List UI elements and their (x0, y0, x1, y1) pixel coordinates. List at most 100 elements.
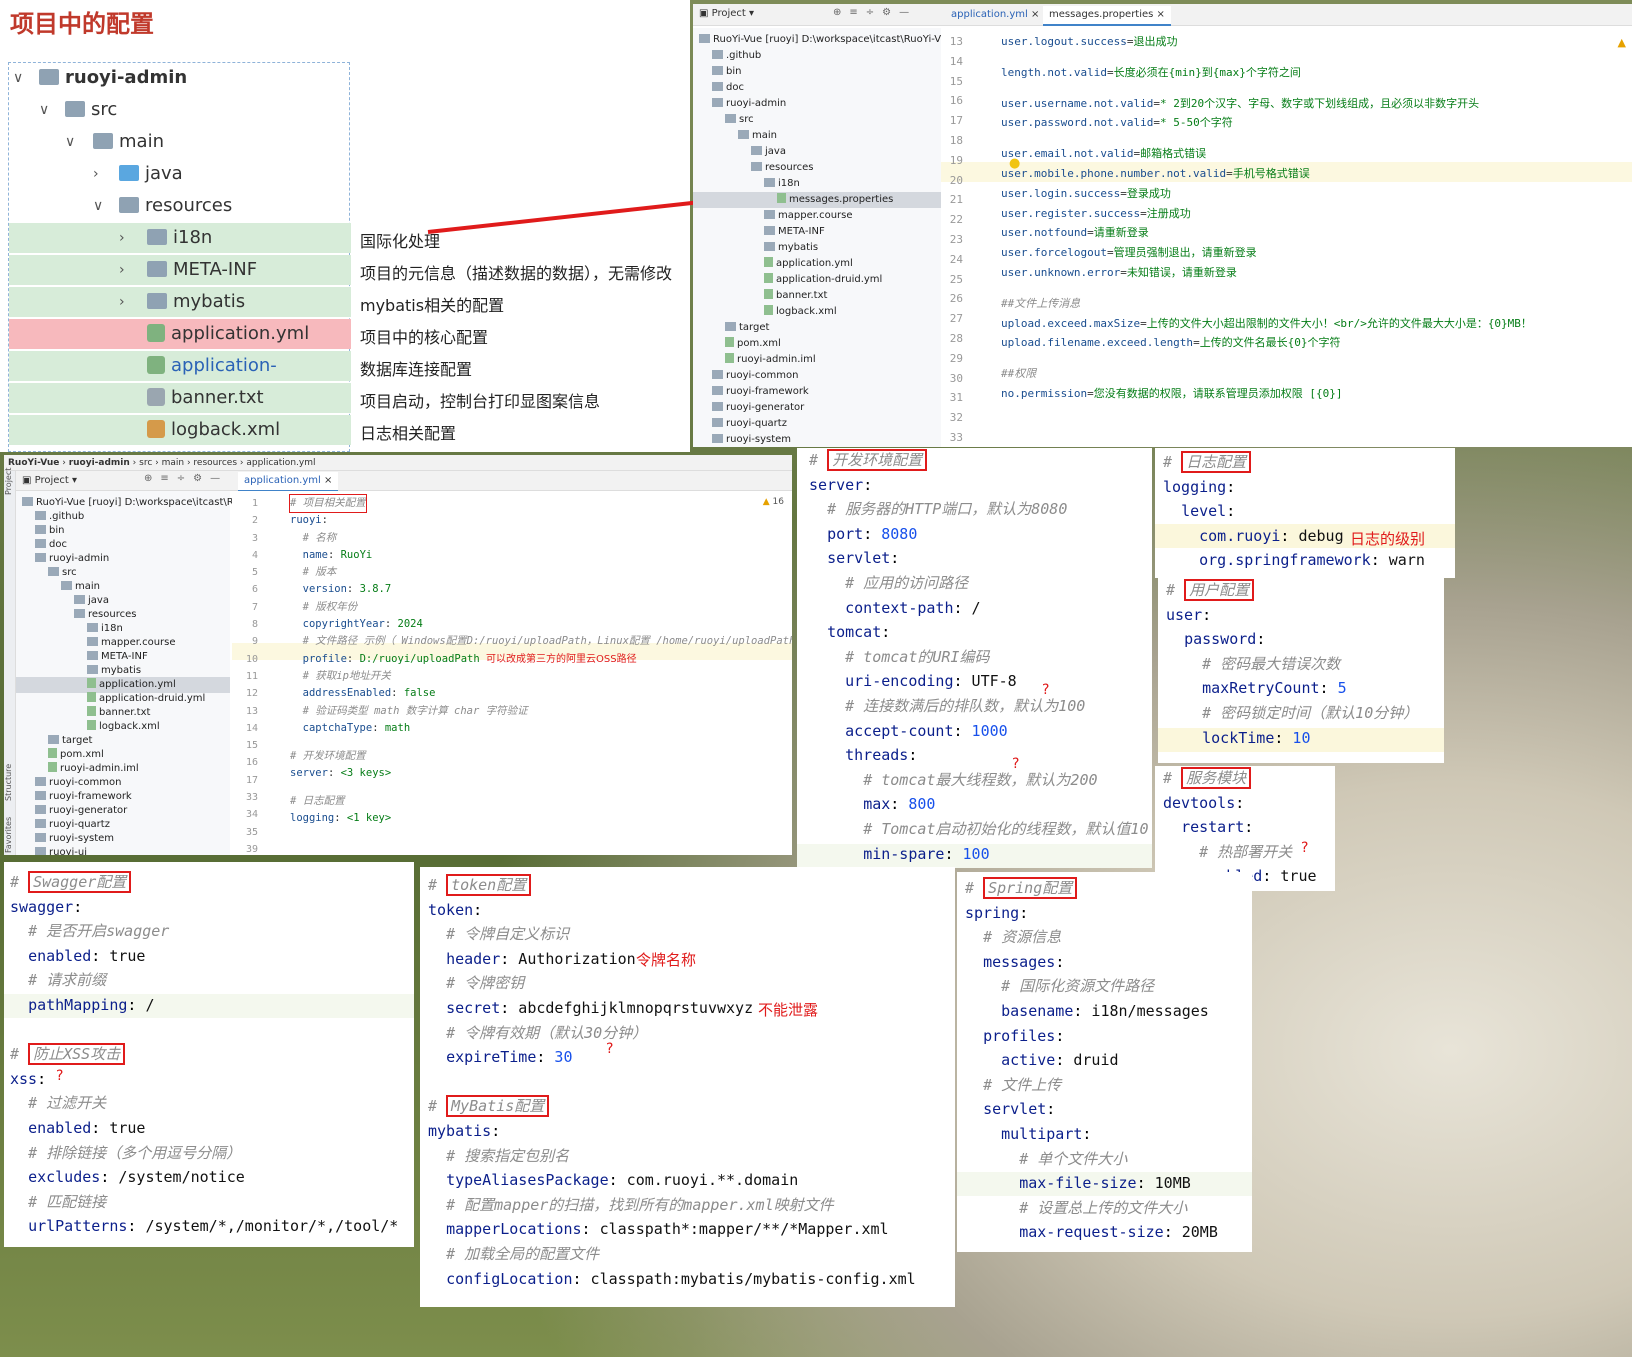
tree-item-i18n[interactable]: › i18n (9, 223, 351, 253)
tree-row[interactable]: mapper.course (764, 208, 853, 224)
tree-row[interactable]: i18n (764, 176, 800, 192)
tree-row[interactable]: ruoyi-system (712, 432, 791, 447)
tree-row[interactable]: java (751, 144, 786, 160)
tree-row[interactable]: doc (712, 80, 744, 96)
tree-root[interactable]: ∨ ruoyi-admin (9, 63, 351, 93)
tree-row-label: ruoyi-admin (49, 553, 110, 564)
tree-row-label: bin (726, 66, 742, 77)
tree-item-mybatis[interactable]: › mybatis (9, 287, 351, 317)
tree-item-application-druid-yml[interactable]: application-druid.yml (9, 351, 351, 406)
project-dropdown[interactable]: ▣ Project ▾ (699, 8, 754, 19)
code-key: version (302, 583, 347, 596)
token-mybatis-panel: # token配置 token: # 令牌自定义标识 header: Author… (420, 867, 955, 1307)
tree-row[interactable]: .github (712, 48, 761, 64)
yaml-key: org.springframework (1199, 551, 1371, 570)
breadcrumb-item[interactable]: application.yml (246, 458, 315, 468)
tree-row[interactable]: ruoyi-generator (712, 400, 804, 416)
tree-src[interactable]: ∨ src (9, 95, 351, 125)
yaml-line: restart: (1181, 818, 1254, 837)
tree-row[interactable]: application-druid.yml (764, 272, 882, 288)
tree-row[interactable]: ruoyi-admin (712, 96, 786, 112)
tab-application-yml[interactable]: application.yml × (238, 472, 339, 492)
tree-row[interactable]: application.yml (764, 256, 853, 272)
tree-row[interactable]: ruoyi-framework (712, 384, 809, 400)
tree-row[interactable]: mybatis (764, 240, 818, 256)
file-icon (87, 720, 96, 730)
breadcrumb-item[interactable]: ruoyi-admin (69, 458, 130, 468)
line-number: 31 (949, 391, 963, 405)
tree-row[interactable]: logback.xml (764, 304, 837, 320)
tab-application-yml[interactable]: application.yml × (945, 6, 1045, 24)
side-structure-label[interactable]: Structure (4, 764, 13, 801)
tree-row-label: target (62, 735, 93, 746)
tree-row-label: ruoyi-system (726, 434, 792, 445)
tree-row[interactable]: ruoyi-admin.iml (725, 352, 816, 368)
tree-row[interactable]: messages.properties (693, 192, 941, 208)
yaml-key: accept-count (845, 721, 954, 740)
yaml-key: user (1166, 605, 1203, 624)
project-dropdown[interactable]: ▣ Project ▾ (22, 475, 77, 486)
warning-icon[interactable]: ▲ (1618, 36, 1626, 49)
side-project-label[interactable]: Project (4, 468, 13, 495)
tree-row[interactable]: target (725, 320, 769, 336)
tree-row[interactable]: resources (751, 160, 813, 176)
tree-row[interactable]: bin (712, 64, 741, 80)
tree-item-logback-xml[interactable]: logback.xml (9, 415, 351, 445)
line-number: 3 (251, 532, 258, 544)
yaml-value: / (136, 995, 155, 1014)
side-favorites-label[interactable]: Favorites (4, 817, 13, 853)
tree-item-meta-inf[interactable]: › META-INF (9, 255, 351, 285)
folder-icon (764, 210, 775, 219)
toolbar-icons[interactable]: ⊕≡÷⚙— (144, 473, 228, 484)
folder-icon (764, 178, 775, 187)
tree-row[interactable]: ruoyi-quartz (712, 416, 787, 432)
tree-resources[interactable]: ∨ resources (9, 191, 351, 221)
tree-row[interactable]: META-INF (764, 224, 825, 240)
tree-row-label: RuoYi-Vue [ruoyi] D:\workspace\itcast\Ru… (713, 34, 953, 45)
toolbar-icons[interactable]: ⊕≡÷⚙— (833, 7, 917, 18)
ide1-editor[interactable]: 13 14 15 16 17 18 19 20 21 22 23 24 25 26 27 28 29 30 31 32… (941, 28, 1632, 447)
yaml-value: 5 (1328, 679, 1347, 698)
tree-row[interactable]: RuoYi-Vue [ruoyi] D:\workspace\itcast\Ru… (699, 32, 953, 48)
tree-java[interactable]: › java (9, 159, 351, 189)
yaml-key: secret (446, 998, 501, 1017)
breadcrumb-item[interactable]: src (139, 458, 152, 468)
tree-item-application-yml[interactable]: application.yml (9, 319, 351, 349)
folder-icon (738, 130, 749, 139)
yaml-key: password (1184, 630, 1257, 649)
tree-item-banner-txt[interactable]: banner.txt (9, 383, 351, 413)
tree-row[interactable]: ruoyi-ui (35, 845, 87, 855)
line-number: 13 (949, 35, 963, 48)
breadcrumb: RuoYi-Vue › ruoyi-admin › src › main › r… (4, 455, 792, 471)
folder-icon (712, 50, 723, 59)
tree-row[interactable]: ruoyi-common (712, 368, 798, 384)
tree-row[interactable]: src (725, 112, 754, 128)
breadcrumb-item[interactable]: main (162, 458, 185, 468)
breadcrumb-item[interactable]: resources (193, 458, 237, 468)
question-mark: ? (606, 1041, 614, 1057)
tree-main[interactable]: ∨ main (9, 127, 351, 157)
code-value: 请重新登录 (1093, 226, 1149, 240)
tree-row[interactable]: logback.xml (87, 719, 160, 735)
tree-row-label: banner.txt (776, 290, 828, 301)
tree-row[interactable]: banner.txt (764, 288, 827, 304)
question-mark: ? (1042, 682, 1050, 698)
yaml-line: # 文件上传 (965, 1073, 1218, 1098)
tree-row[interactable]: main (738, 128, 777, 144)
tree-row-label: java (88, 595, 109, 606)
code-line: # 开发环境配置 (290, 749, 366, 762)
code-value: 邮箱格式错误 (1140, 147, 1207, 161)
bulb-icon[interactable]: ● (1009, 156, 1020, 171)
tree-row-label: mapper.course (101, 637, 176, 648)
breadcrumb-item[interactable]: RuoYi-Vue (8, 458, 59, 468)
tab-messages-properties[interactable]: messages.properties × (1043, 6, 1171, 26)
warning-count[interactable]: ▲ 16 (763, 497, 784, 507)
yaml-comment: # 请求前缀 (28, 971, 107, 990)
section-header: # Swagger配置 (10, 870, 398, 895)
tree-row[interactable]: pom.xml (725, 336, 781, 352)
tree-row-label: application-druid.yml (776, 274, 883, 285)
yaml-line: servlet: (983, 1100, 1056, 1119)
ide2-editor[interactable]: 1 2 3 4 5 6 7 8 9 10 11 12 13 14 15 16 17 33 34 35 39 # 项目相关… (232, 491, 792, 855)
